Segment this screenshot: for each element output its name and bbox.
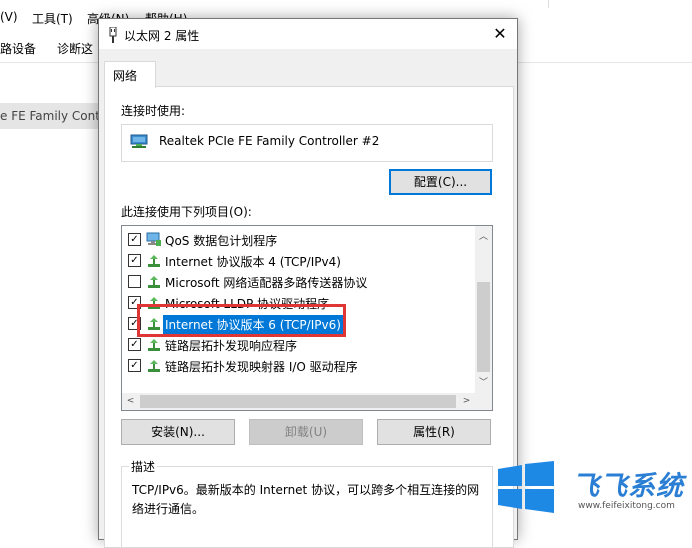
- items-label: 此连接使用下列项目(O):: [121, 205, 252, 219]
- item-label: 链路层拓扑发现映射器 I/O 驱动程序: [165, 360, 358, 374]
- network-card-icon: [130, 134, 148, 148]
- adapter-name: Realtek PCIe FE Family Controller #2: [159, 134, 380, 148]
- uninstall-button[interactable]: 卸载(U): [249, 419, 363, 445]
- description-group: 描述 TCP/IPv6。最新版本的 Internet 协议，可以跨多个相互连接的…: [121, 458, 493, 548]
- install-button[interactable]: 安装(N)...: [121, 419, 235, 445]
- protocol-icon: [148, 339, 160, 351]
- list-item[interactable]: Microsoft 网络适配器多路传送器协议: [122, 271, 478, 292]
- tab-label: 网络: [113, 69, 138, 83]
- item-label: QoS 数据包计划程序: [165, 234, 278, 248]
- vertical-scrollbar[interactable]: ︿ ﹀: [475, 226, 492, 393]
- scroll-left-icon[interactable]: <: [122, 396, 139, 406]
- checkbox[interactable]: [128, 275, 141, 288]
- protocol-icon: [148, 360, 160, 372]
- tab-network[interactable]: 网络: [104, 61, 156, 88]
- item-label: Microsoft 网络适配器多路传送器协议: [165, 276, 368, 290]
- scroll-right-icon[interactable]: >: [458, 396, 475, 406]
- properties-button[interactable]: 属性(R): [377, 419, 491, 445]
- dialog-title: 以太网 2 属性: [124, 29, 200, 43]
- close-icon: ✕: [493, 24, 507, 43]
- menu-tools[interactable]: 工具(T): [32, 10, 73, 27]
- windows-logo-icon: [498, 461, 554, 513]
- adapter-box: Realtek PCIe FE Family Controller #2: [121, 124, 493, 162]
- checkbox[interactable]: ✓: [128, 359, 141, 372]
- menu-view[interactable]: (V): [0, 10, 18, 24]
- highlight-box: [137, 304, 346, 337]
- list-item[interactable]: ✓ QoS 数据包计划程序: [122, 229, 478, 250]
- list-item[interactable]: ✓ 链路层拓扑发现映射器 I/O 驱动程序: [122, 355, 478, 376]
- horizontal-scrollbar[interactable]: < >: [122, 393, 492, 410]
- watermark-url: www.feifeixitong.com: [578, 501, 675, 511]
- properties-dialog: 以太网 2 属性 ✕ 网络 连接时使用: Realtek PCIe FE Fam…: [98, 18, 518, 548]
- scroll-down-icon[interactable]: ﹀: [475, 375, 492, 388]
- item-label: 链路层拓扑发现响应程序: [165, 339, 298, 353]
- list-item[interactable]: ✓ Internet 协议版本 4 (TCP/IPv4): [122, 250, 478, 271]
- scroll-up-icon[interactable]: ︿: [475, 229, 492, 242]
- list-item[interactable]: ✓ 链路层拓扑发现响应程序: [122, 334, 478, 355]
- checkbox[interactable]: ✓: [128, 233, 141, 246]
- protocol-icon: [148, 255, 160, 267]
- watermark-brand: 飞飞系统: [572, 471, 684, 502]
- list-item-label: e FE Family Contro: [0, 109, 112, 123]
- checkbox[interactable]: ✓: [128, 254, 141, 267]
- scroll-thumb[interactable]: [140, 395, 456, 408]
- connect-using-label: 连接时使用:: [121, 104, 186, 118]
- qos-icon: [146, 232, 161, 246]
- divider: [548, 0, 549, 8]
- toolbar-diagnose[interactable]: 诊断这: [57, 40, 93, 57]
- description-title: 描述: [129, 458, 158, 475]
- network-adapter-icon: [109, 27, 117, 43]
- checkbox[interactable]: ✓: [128, 338, 141, 351]
- description-text: TCP/IPv6。最新版本的 Internet 协议，可以跨多个相互连接的网络进…: [132, 483, 480, 516]
- title-bar: 以太网 2 属性 ✕: [99, 19, 517, 49]
- close-button[interactable]: ✕: [483, 19, 517, 49]
- scroll-thumb[interactable]: [477, 282, 490, 372]
- toolbar-disable-device[interactable]: 路设备: [0, 40, 36, 57]
- configure-button[interactable]: 配置(C)...: [389, 169, 492, 195]
- item-label: Internet 协议版本 4 (TCP/IPv4): [165, 255, 341, 269]
- protocol-icon: [148, 276, 160, 288]
